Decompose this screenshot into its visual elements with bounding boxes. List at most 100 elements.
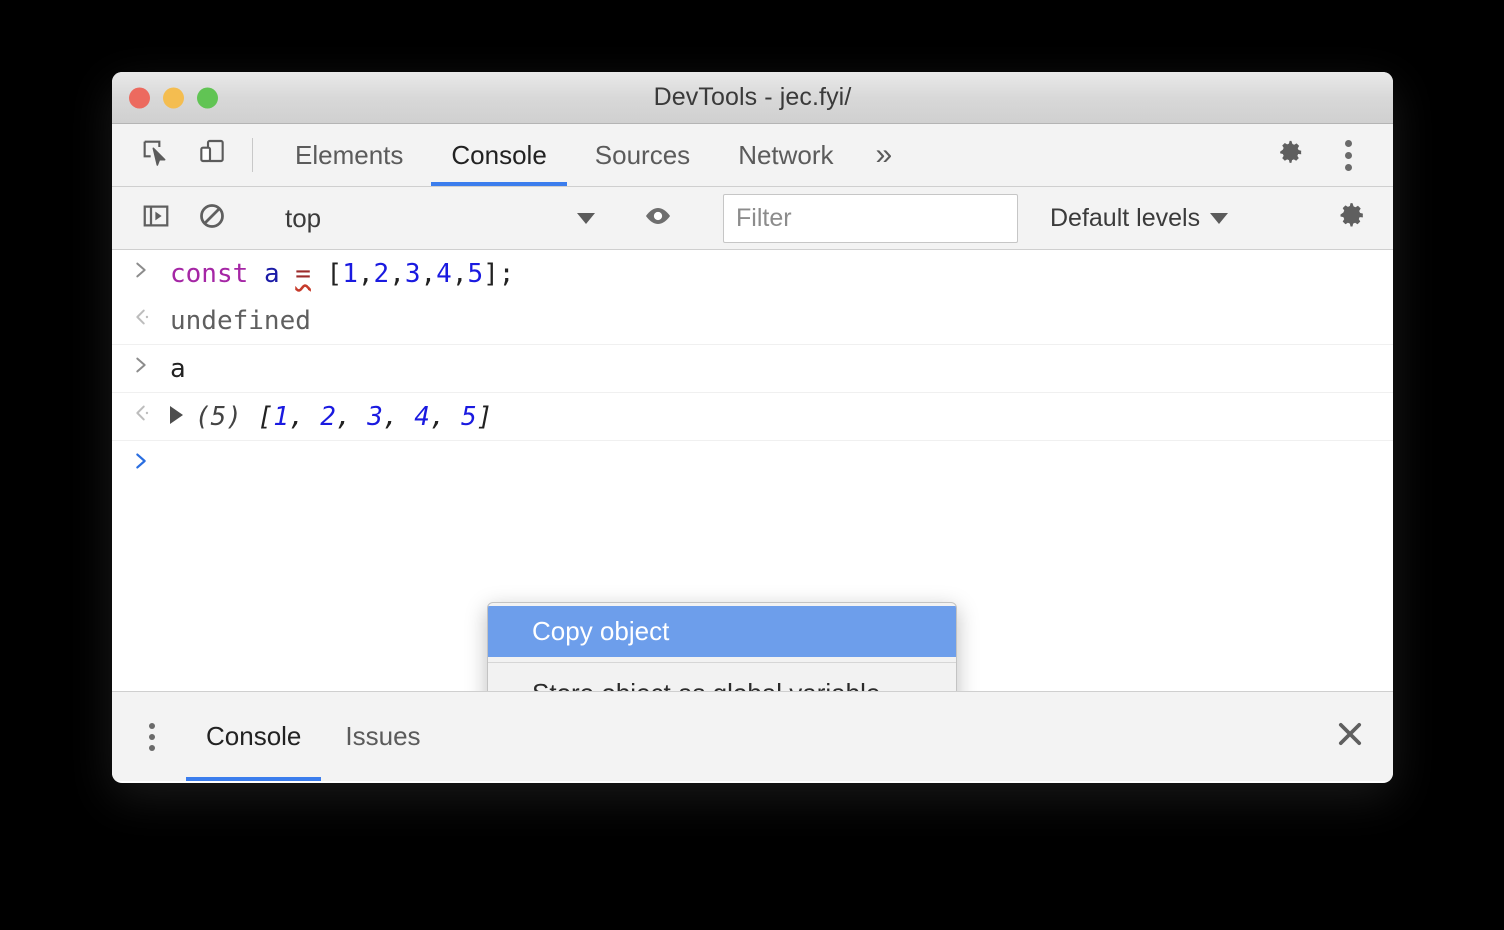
toolbar-right-actions [1236,124,1393,186]
drawer-tab-issues[interactable]: Issues [323,692,442,781]
drawer-tab-console-label: Console [206,721,302,751]
token-comma: , [451,259,468,289]
drawer-tab-console[interactable]: Console [184,692,323,781]
token-number: 3 [404,259,421,289]
tab-elements[interactable]: Elements [271,124,427,186]
devtools-main-toolbar: Elements Console Sources Network » [112,124,1393,187]
execution-context-value: top [285,202,322,233]
context-menu: Copy object Store object as global varia… [487,602,957,691]
log-levels-selector[interactable]: Default levels [1044,204,1234,233]
kebab-menu-icon [149,722,155,751]
chevron-down-icon [1210,212,1229,224]
create-live-expression-button[interactable] [630,187,686,250]
console-input-expression: a [170,354,186,384]
inspect-element-icon [140,137,172,174]
array-item: 5 [461,402,477,432]
console-row-input[interactable]: const a = [1,2,3,4,5]; [112,250,1393,297]
token-variable: a [263,259,280,289]
token-operator: = [295,259,311,289]
device-toolbar-icon [196,137,228,174]
device-toolbar-button[interactable] [184,124,240,186]
disclosure-triangle-collapsed-icon[interactable] [170,406,183,424]
filter-input[interactable]: Filter [723,193,1018,243]
array-open-bracket: [ [257,402,274,432]
console-sidebar-toggle-button[interactable] [128,187,184,250]
execution-context-selector[interactable]: top [275,196,605,240]
drawer-tabs: Console Issues [184,692,443,781]
tab-console[interactable]: Console [427,124,570,186]
context-menu-item-store-global[interactable]: Store object as global variable [488,668,956,691]
context-menu-item-label: Copy object [532,616,670,646]
console-row-input[interactable]: a [112,345,1393,393]
console-input-expression: const a = [1,2,3,4,5]; [170,257,514,291]
more-tabs-button[interactable]: » [858,124,911,186]
array-preview[interactable]: (5) [1, 2, 3, 4, 5] [170,400,492,434]
token-number: 2 [373,259,390,289]
array-item: 4 [414,402,430,432]
token-close-bracket: ]; [483,259,515,289]
drawer-more-options-button[interactable] [130,722,174,751]
minimize-window-button[interactable] [163,87,184,108]
output-result-arrow [112,304,170,328]
chevron-down-icon [577,212,595,224]
eye-icon [642,200,674,237]
token-number: 5 [467,259,484,289]
inspect-element-button[interactable] [128,124,184,186]
screen: DevTools - jec.fyi/ Elements Console Sou… [0,0,1504,930]
tab-network[interactable]: Network [714,124,857,186]
token-open-bracket: [ [310,259,343,289]
console-filter-toolbar: top Filter Default levels [112,187,1393,250]
context-menu-item-copy-object[interactable]: Copy object [488,606,956,657]
devtools-more-options-button[interactable] [1319,139,1377,171]
token-comma: , [389,259,405,289]
kebab-menu-icon [1344,139,1352,171]
log-levels-label: Default levels [1050,203,1201,232]
devtools-drawer: Console Issues [112,691,1393,781]
array-item: 1 [273,402,289,432]
window-traffic-lights [129,87,218,108]
console-row-active-prompt[interactable] [112,441,1393,487]
console-row-array-output[interactable]: (5) [1, 2, 3, 4, 5] [112,393,1393,441]
clear-console-button[interactable] [184,187,240,250]
drawer-tab-issues-label: Issues [345,721,421,751]
context-menu-item-label: Store object as global variable [532,678,880,691]
array-item: 2 [320,402,336,432]
tab-elements-label: Elements [295,139,404,170]
gear-icon [1275,137,1306,173]
tab-network-label: Network [738,139,834,170]
devtools-settings-button[interactable] [1261,137,1319,173]
input-prompt-arrow [112,257,170,281]
console-output-value: undefined [170,306,311,336]
panel-tabs: Elements Console Sources Network » [271,124,910,186]
input-prompt-arrow [112,352,170,376]
console-message-list[interactable]: const a = [1,2,3,4,5]; undefined a (5) [… [112,250,1393,691]
tab-sources[interactable]: Sources [571,124,714,186]
array-length-label: (5) [195,402,242,432]
drawer-close-button[interactable] [1321,717,1379,756]
console-settings-button[interactable] [1323,187,1379,250]
console-row-output[interactable]: undefined [112,297,1393,345]
token-keyword: const [170,259,249,289]
array-close-bracket: ] [476,402,493,432]
toolbar-divider [252,138,253,172]
tab-sources-label: Sources [594,139,691,170]
close-window-button[interactable] [129,87,150,108]
output-result-arrow [112,400,170,424]
token-number: 4 [436,259,452,289]
clear-console-icon [197,201,227,236]
token-comma: , [357,259,374,289]
window-title: DevTools - jec.fyi/ [653,83,852,111]
devtools-window: DevTools - jec.fyi/ Elements Console Sou… [112,72,1393,783]
array-item: 3 [367,402,383,432]
gear-icon [1335,199,1368,237]
tab-console-label: Console [451,139,547,170]
close-icon [1333,717,1367,756]
context-menu-separator [488,662,956,663]
token-comma: , [420,259,437,289]
chevron-double-right-icon: » [875,138,893,171]
zoom-window-button[interactable] [197,87,218,108]
window-titlebar: DevTools - jec.fyi/ [112,72,1393,124]
active-prompt-arrow [112,448,170,472]
console-sidebar-icon [141,201,171,236]
